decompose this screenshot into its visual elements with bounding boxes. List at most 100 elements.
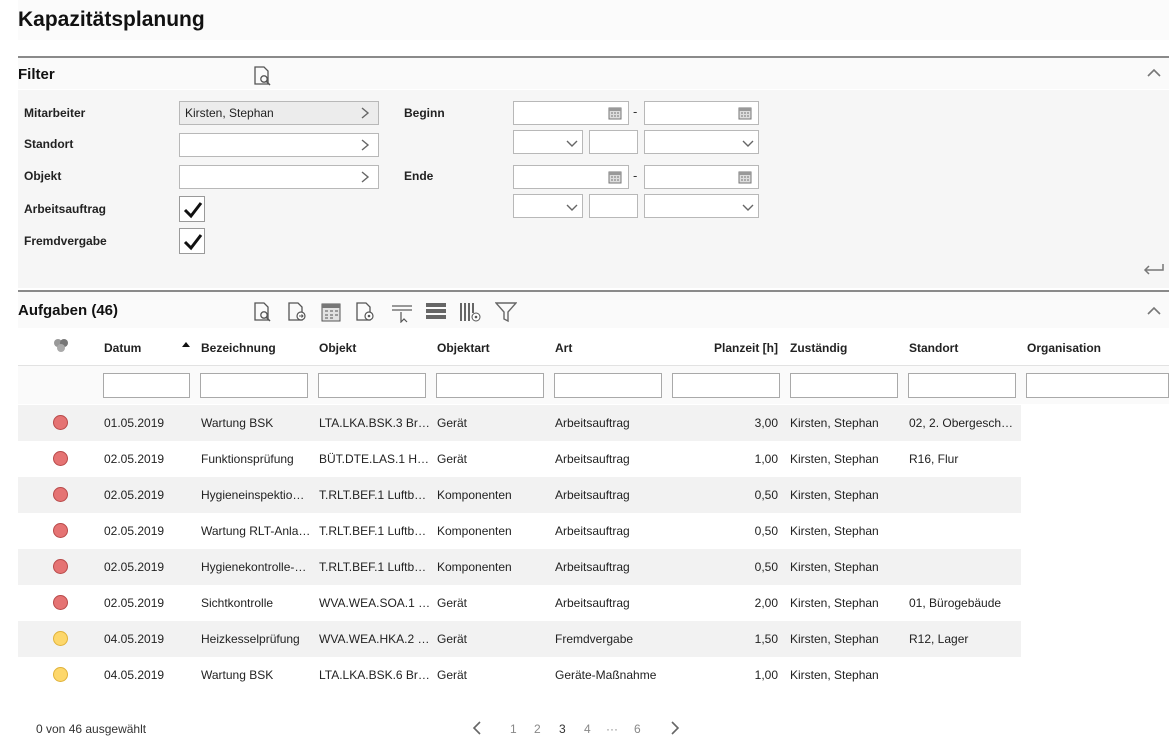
label-beginn: Beginn: [404, 106, 445, 120]
col-organisation[interactable]: Organisation: [1027, 341, 1101, 355]
mitarbeiter-field[interactable]: Kirsten, Stephan: [179, 101, 379, 125]
calendar-icon[interactable]: [320, 301, 342, 323]
cell-art: Arbeitsauftrag: [555, 560, 630, 574]
filter-objekt-input[interactable]: [318, 373, 426, 398]
cell-art: Arbeitsauftrag: [555, 596, 630, 610]
search-document-icon[interactable]: [252, 65, 274, 87]
table-header: Datum Bezeichnung Objekt Objektart Art P…: [18, 330, 1169, 366]
label-arbeitsauftrag: Arbeitsauftrag: [24, 202, 107, 216]
filter-funnel-icon[interactable]: [494, 301, 518, 323]
chevron-down-icon[interactable]: [742, 138, 754, 150]
sort-ascending-icon[interactable]: [181, 338, 191, 352]
export-document-icon[interactable]: [286, 301, 308, 323]
filter-organisation-input[interactable]: [1026, 373, 1169, 398]
beginn-select-2[interactable]: [644, 130, 759, 154]
fremdvergabe-checkbox[interactable]: [179, 228, 205, 254]
ende-select-2[interactable]: [644, 194, 759, 218]
calendar-icon[interactable]: [608, 106, 622, 120]
list-view-icon[interactable]: [425, 301, 447, 323]
selection-status: 0 von 46 ausgewählt: [36, 722, 147, 736]
page-link[interactable]: 6: [634, 722, 641, 736]
status-dot-icon: [53, 415, 68, 430]
cell-art: Arbeitsauftrag: [555, 488, 630, 502]
filter-objektart-input[interactable]: [436, 373, 544, 398]
cell-objektart: Gerät: [437, 596, 468, 610]
chevron-down-icon[interactable]: [742, 202, 754, 214]
col-objekt[interactable]: Objekt: [319, 341, 356, 355]
cell-art: Arbeitsauftrag: [555, 416, 630, 430]
objekt-field[interactable]: [179, 165, 379, 189]
cell-datum: 02.05.2019: [104, 488, 165, 502]
page-link[interactable]: 3: [559, 722, 566, 736]
chevron-right-icon[interactable]: [360, 139, 370, 151]
filter-title: Filter: [18, 66, 55, 83]
table-row[interactable]: 01.05.2019 Wartung BSK LTA.LKA.BSK.3 Br… Ge…: [18, 405, 1021, 441]
table-row[interactable]: 02.05.2019 Hygieneinspektio… T.RLT.BEF.1 L…: [18, 477, 1021, 513]
calendar-icon[interactable]: [738, 170, 752, 184]
prev-page-icon[interactable]: [472, 721, 482, 738]
ende-date-to[interactable]: [644, 165, 759, 189]
filter-art-input[interactable]: [554, 373, 662, 398]
page-link[interactable]: 1: [510, 722, 517, 736]
status-dot-icon: [53, 631, 68, 646]
table-row[interactable]: 02.05.2019 Funktionsprüfung BÜT.DTE.LAS.1 …: [18, 441, 1021, 477]
filter-standort-input[interactable]: [908, 373, 1016, 398]
col-zustaendig[interactable]: Zuständig: [790, 341, 847, 355]
filter-bezeichnung-input[interactable]: [200, 373, 308, 398]
beginn-date-to[interactable]: [644, 101, 759, 125]
table-row[interactable]: 02.05.2019 Wartung RLT-Anla… T.RLT.BEF.1 L…: [18, 513, 1021, 549]
filter-section-header[interactable]: Filter: [18, 56, 1169, 89]
calendar-icon[interactable]: [738, 106, 752, 120]
arbeitsauftrag-checkbox[interactable]: [179, 196, 205, 222]
status-column-icon[interactable]: [53, 338, 69, 352]
status-dot-icon: [53, 559, 68, 574]
search-document-icon[interactable]: [252, 301, 274, 323]
chevron-down-icon[interactable]: [566, 202, 578, 214]
cell-datum: 02.05.2019: [104, 452, 165, 466]
chevron-down-icon[interactable]: [566, 138, 578, 150]
chevron-right-icon[interactable]: [360, 107, 370, 119]
filter-planzeit-input[interactable]: [672, 373, 780, 398]
table-row[interactable]: 04.05.2019 Wartung BSK LTA.LKA.BSK.6 Br… Ge…: [18, 657, 1021, 693]
document-settings-icon[interactable]: [354, 301, 376, 323]
col-art[interactable]: Art: [555, 341, 572, 355]
cell-objektart: Gerät: [437, 452, 468, 466]
reset-filter-icon[interactable]: [1141, 262, 1165, 280]
col-datum[interactable]: Datum: [104, 341, 141, 355]
collapse-filter-icon[interactable]: [1147, 66, 1161, 80]
col-planzeit[interactable]: Planzeit [h]: [672, 341, 778, 355]
beginn-time-input[interactable]: [589, 130, 638, 154]
cell-bezeichnung: Wartung BSK: [201, 416, 274, 430]
calendar-icon[interactable]: [608, 170, 622, 184]
beginn-date-from[interactable]: [513, 101, 629, 125]
ende-date-from[interactable]: [513, 165, 629, 189]
column-filter-row: [18, 366, 1169, 404]
label-fremdvergabe: Fremdvergabe: [24, 234, 107, 248]
select-cursor-icon[interactable]: [391, 301, 413, 324]
label-mitarbeiter: Mitarbeiter: [24, 106, 86, 120]
next-page-icon[interactable]: [670, 721, 680, 738]
page-link[interactable]: 4: [584, 722, 591, 736]
beginn-select-1[interactable]: [513, 130, 583, 154]
cell-art: Fremdvergabe: [555, 632, 634, 646]
col-standort[interactable]: Standort: [909, 341, 958, 355]
chevron-right-icon[interactable]: [360, 171, 370, 183]
tasks-section-header[interactable]: Aufgaben (46): [18, 290, 1169, 328]
page-link[interactable]: 2: [534, 722, 541, 736]
col-bezeichnung[interactable]: Bezeichnung: [201, 341, 276, 355]
cell-zustaendig: Kirsten, Stephan: [790, 668, 879, 682]
filter-datum-input[interactable]: [103, 373, 190, 398]
table-row[interactable]: 02.05.2019 Hygienekontrolle-… T.RLT.BEF.1 …: [18, 549, 1021, 585]
col-objektart[interactable]: Objektart: [437, 341, 490, 355]
column-settings-icon[interactable]: [459, 301, 481, 323]
table-row[interactable]: 04.05.2019 Heizkesselprüfung WVA.WEA.HKA.2…: [18, 621, 1021, 657]
standort-field[interactable]: [179, 133, 379, 157]
ende-select-1[interactable]: [513, 194, 583, 218]
collapse-tasks-icon[interactable]: [1147, 304, 1161, 318]
cell-planzeit: 2,00: [754, 596, 778, 610]
filter-zustaendig-input[interactable]: [790, 373, 898, 398]
ende-time-input[interactable]: [589, 194, 638, 218]
table-row[interactable]: 02.05.2019 Sichtkontrolle WVA.WEA.SOA.1 … G…: [18, 585, 1021, 621]
cell-zustaendig: Kirsten, Stephan: [790, 416, 879, 430]
cell-zustaendig: Kirsten, Stephan: [790, 632, 879, 646]
